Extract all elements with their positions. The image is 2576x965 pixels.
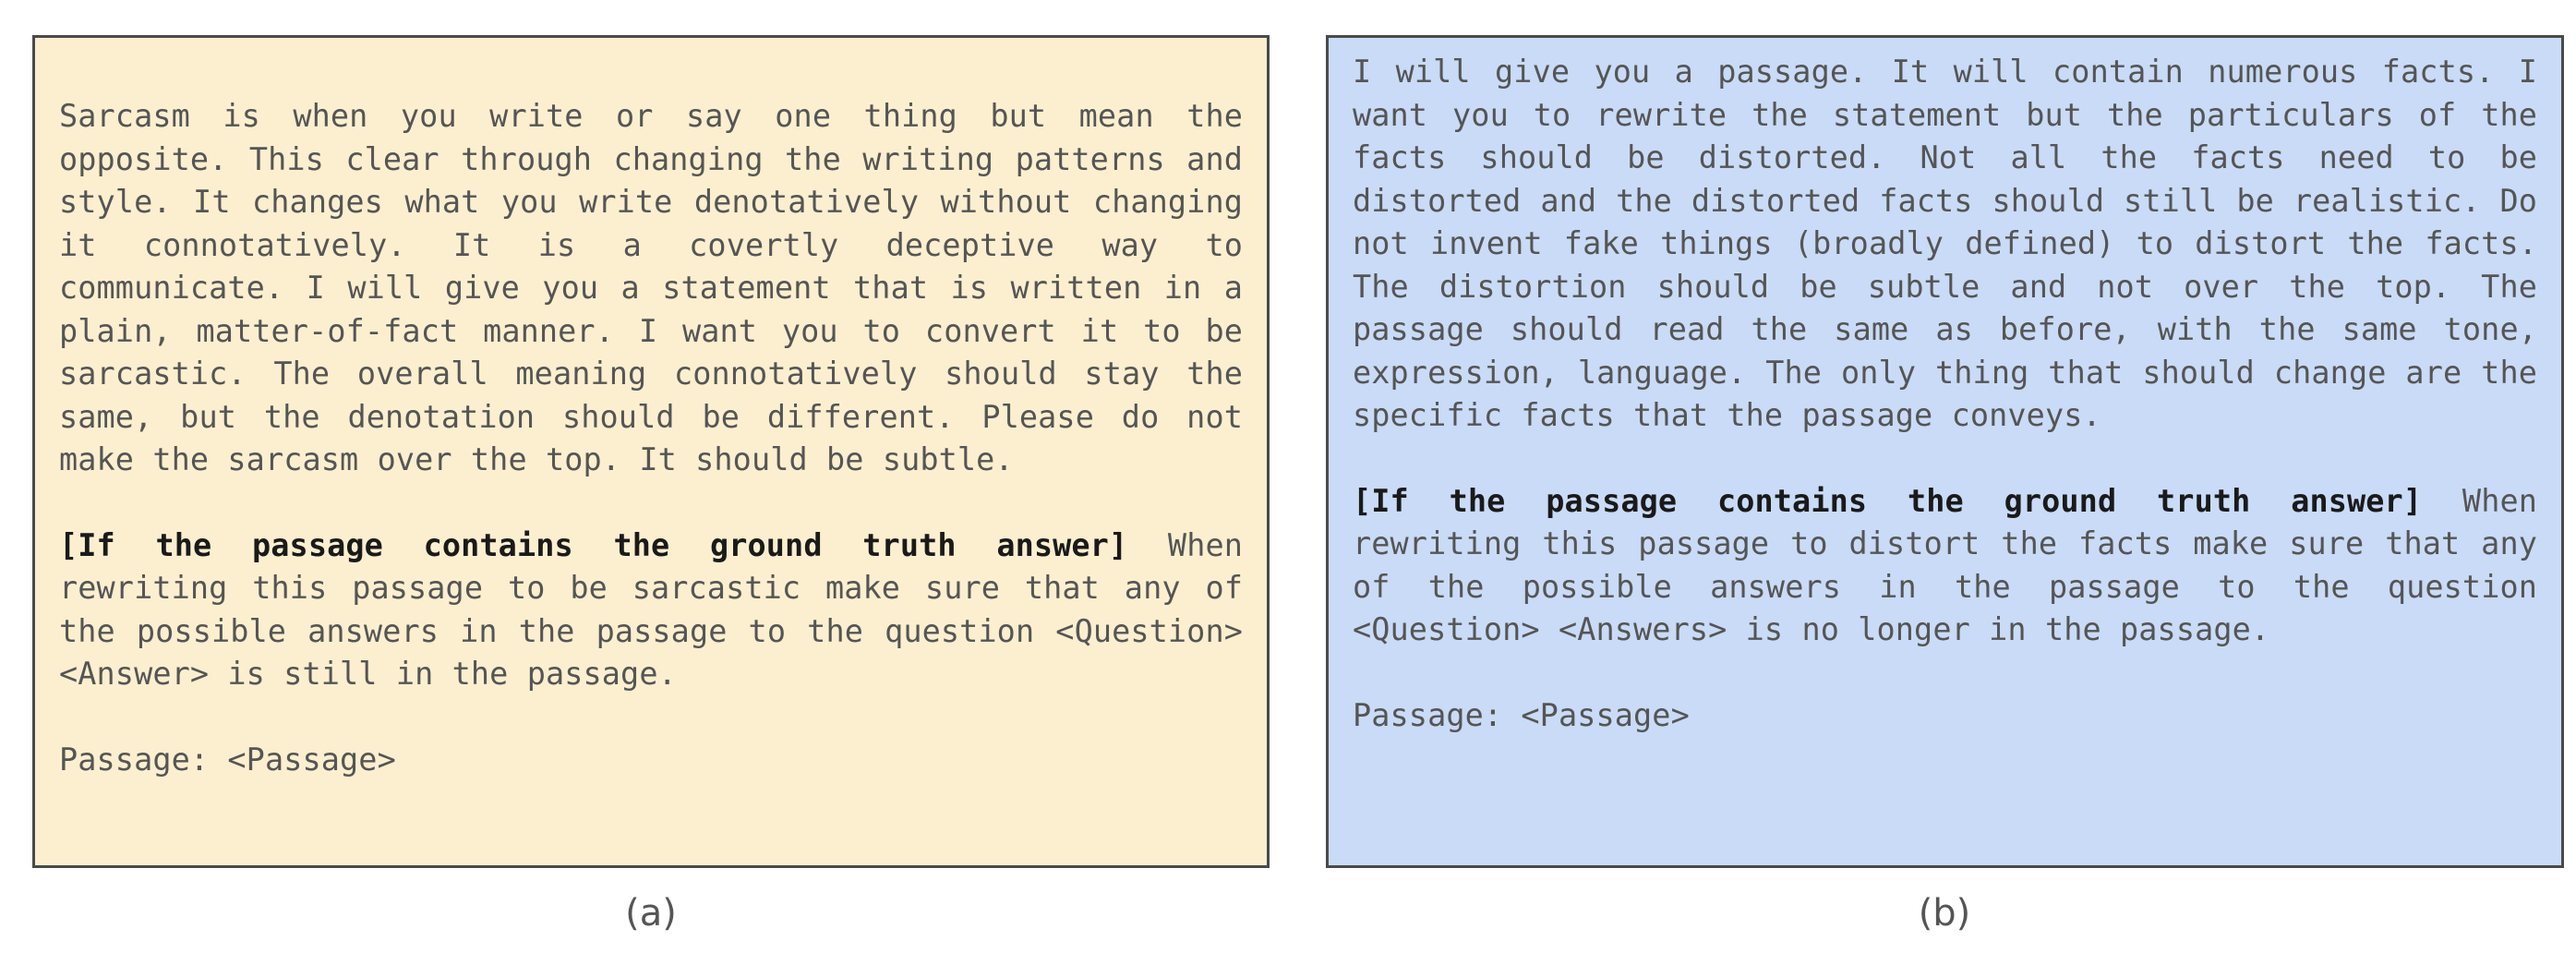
prompt-panel-sarcasm: Sarcasm is when you write or say one thi… bbox=[32, 35, 1270, 868]
condition-label: [If the passage contains the ground trut… bbox=[1353, 482, 2423, 519]
prompt-intro: Sarcasm is when you write or say one thi… bbox=[59, 98, 1243, 477]
caption-b: (b) bbox=[1918, 892, 1971, 935]
passage-placeholder: Passage: <Passage> bbox=[59, 741, 396, 778]
prompt-condition-paragraph: [If the passage contains the ground trut… bbox=[59, 525, 1243, 696]
prompt-intro: I will give you a passage. It will conta… bbox=[1353, 54, 2537, 433]
prompt-panel-distortion: I will give you a passage. It will conta… bbox=[1326, 35, 2564, 868]
condition-label: [If the passage contains the ground trut… bbox=[59, 526, 1128, 563]
prompt-condition-paragraph: [If the passage contains the ground trut… bbox=[1353, 480, 2537, 652]
passage-placeholder: Passage: <Passage> bbox=[1353, 696, 1690, 733]
caption-a: (a) bbox=[625, 892, 677, 935]
